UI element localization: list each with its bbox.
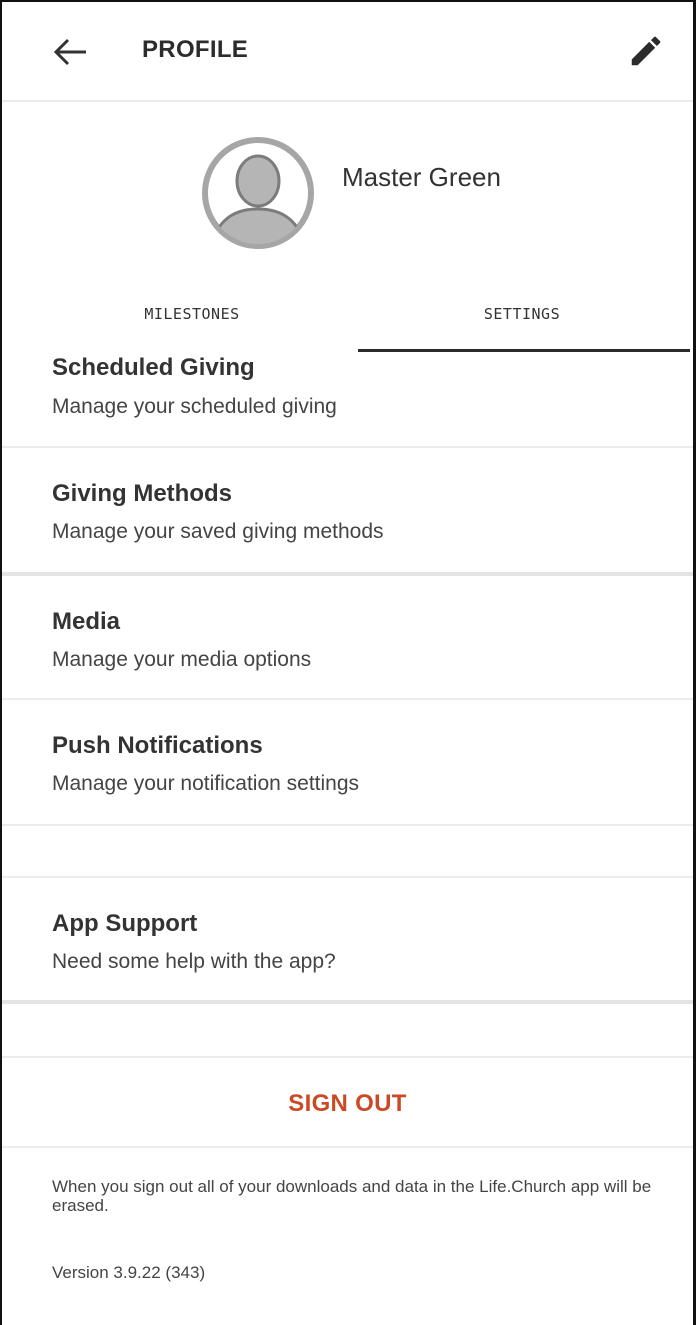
avatar[interactable] — [200, 135, 316, 251]
settings-item-title: Scheduled Giving — [52, 354, 255, 381]
pencil-icon — [631, 36, 661, 66]
edit-profile-button[interactable] — [627, 32, 665, 70]
settings-item-title: App Support — [52, 910, 198, 937]
profile-name: Master Green — [342, 162, 501, 192]
back-button[interactable] — [52, 34, 92, 70]
settings-item-scheduled-giving[interactable]: Scheduled Giving Manage your scheduled g… — [2, 350, 693, 446]
sign-out-button[interactable]: SIGN OUT — [2, 1060, 693, 1148]
settings-item-subtitle: Manage your media options — [52, 648, 312, 671]
tab-milestones[interactable]: MILESTONES — [22, 305, 362, 323]
app-bar: PROFILE — [2, 2, 693, 102]
profile-tabs: MILESTONES SETTINGS — [2, 287, 693, 353]
settings-item-title: Push Notifications — [52, 732, 263, 759]
profile-screen: PROFILE Master Green MILESTONES SETTINGS… — [0, 0, 696, 1325]
divider — [2, 1000, 693, 1004]
divider — [2, 824, 693, 826]
settings-item-push-notifications[interactable]: Push Notifications Manage your notificat… — [2, 700, 693, 824]
divider — [2, 1146, 693, 1148]
settings-item-subtitle: Manage your saved giving methods — [52, 520, 384, 543]
settings-item-subtitle: Manage your scheduled giving — [52, 395, 337, 418]
settings-item-giving-methods[interactable]: Giving Methods Manage your saved giving … — [2, 448, 693, 572]
divider — [2, 1056, 693, 1058]
app-version: Version 3.9.22 (343) — [52, 1263, 206, 1282]
sign-out-label: SIGN OUT — [288, 1090, 407, 1117]
page-title: PROFILE — [142, 36, 249, 63]
settings-item-title: Giving Methods — [52, 480, 232, 507]
default-avatar-icon — [202, 137, 314, 249]
settings-item-app-support[interactable]: App Support Need some help with the app? — [2, 878, 693, 1000]
settings-item-subtitle: Need some help with the app? — [52, 950, 336, 973]
sign-out-notice: When you sign out all of your downloads … — [52, 1177, 652, 1215]
arrow-left-icon — [53, 38, 86, 66]
tab-settings[interactable]: SETTINGS — [352, 305, 692, 323]
settings-item-title: Media — [52, 608, 121, 635]
settings-item-media[interactable]: Media Manage your media options — [2, 576, 693, 698]
settings-item-subtitle: Manage your notification settings — [52, 772, 360, 795]
